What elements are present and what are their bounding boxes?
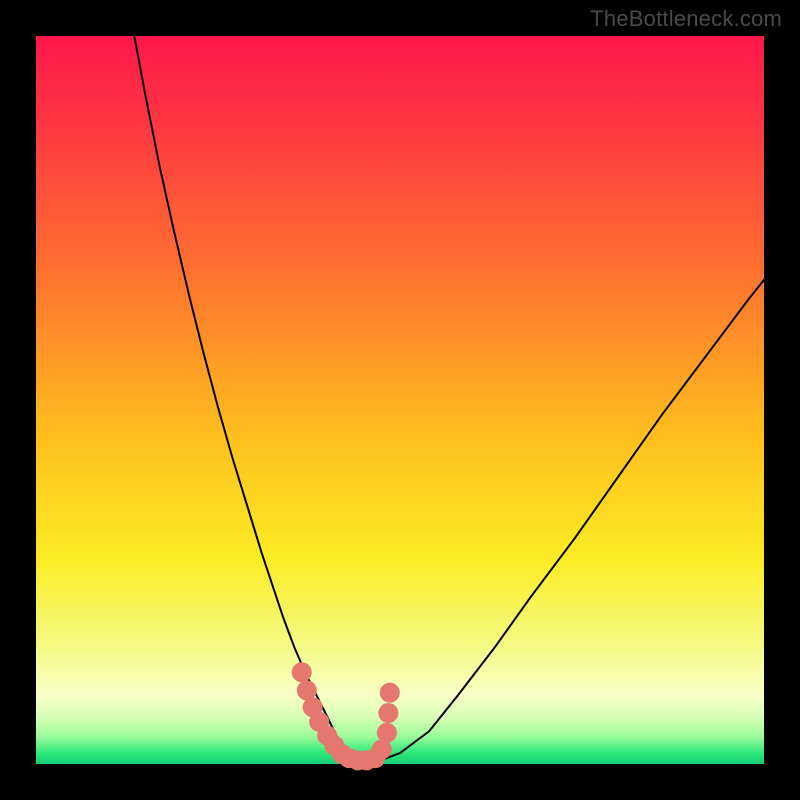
bottleneck-chart	[0, 0, 800, 800]
watermark-text: TheBottleneck.com	[590, 6, 782, 32]
band-dot	[378, 703, 398, 723]
chart-frame: TheBottleneck.com	[0, 0, 800, 800]
plot-background	[36, 36, 764, 764]
band-dot	[292, 662, 312, 682]
band-dot	[380, 683, 400, 703]
band-dot	[377, 723, 397, 743]
